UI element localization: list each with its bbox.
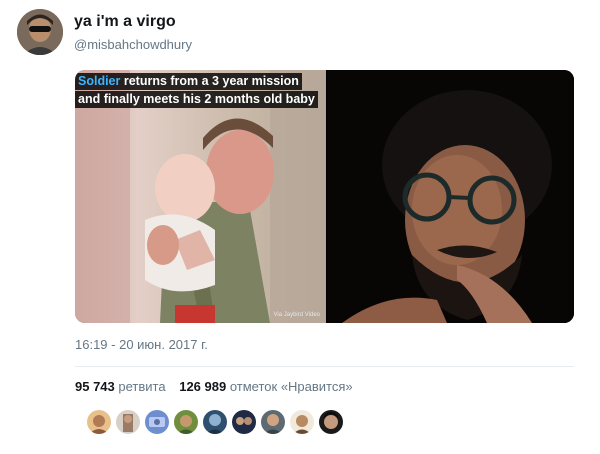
liker-avatar[interactable] bbox=[232, 410, 256, 434]
video-caption: Soldier returns from a 3 year mission an… bbox=[75, 72, 326, 108]
liker-avatar[interactable] bbox=[174, 410, 198, 434]
avatar[interactable] bbox=[17, 9, 63, 55]
media-photo-soldier[interactable]: Soldier returns from a 3 year mission an… bbox=[75, 70, 326, 323]
media-photo-reaction[interactable] bbox=[327, 70, 574, 323]
caption-line-2: and finally meets his 2 months old baby bbox=[75, 91, 318, 108]
media-container[interactable]: Soldier returns from a 3 year mission an… bbox=[75, 70, 574, 323]
tweet-stats: 95 743 ретвита 126 989 отметок «Нравится… bbox=[75, 379, 363, 394]
display-name[interactable]: ya i'm a virgo bbox=[74, 13, 176, 31]
caption-line-1: Soldier returns from a 3 year mission bbox=[75, 73, 302, 90]
retweets-count[interactable]: 95 743 bbox=[75, 379, 115, 394]
divider bbox=[75, 366, 574, 367]
tweet: ya i'm a virgo @misbahchowdhury Soldier … bbox=[0, 0, 600, 454]
caption-rest: returns from a 3 year mission bbox=[120, 74, 299, 88]
likes-label[interactable]: отметок «Нравится» bbox=[230, 379, 353, 394]
liker-avatar[interactable] bbox=[261, 410, 285, 434]
video-watermark: Via Jaybird Video bbox=[273, 312, 320, 318]
caption-highlight: Soldier bbox=[78, 74, 121, 88]
likes-count[interactable]: 126 989 bbox=[179, 379, 226, 394]
liker-avatar[interactable] bbox=[116, 410, 140, 434]
liker-avatar[interactable] bbox=[319, 410, 343, 434]
liker-avatar[interactable] bbox=[145, 410, 169, 434]
retweets-label[interactable]: ретвита bbox=[118, 379, 165, 394]
tweet-timestamp[interactable]: 16:19 - 20 июн. 2017 г. bbox=[75, 337, 208, 352]
liker-avatar[interactable] bbox=[290, 410, 314, 434]
username[interactable]: @misbahchowdhury bbox=[74, 37, 192, 52]
liker-avatar[interactable] bbox=[87, 410, 111, 434]
liker-avatar[interactable] bbox=[203, 410, 227, 434]
